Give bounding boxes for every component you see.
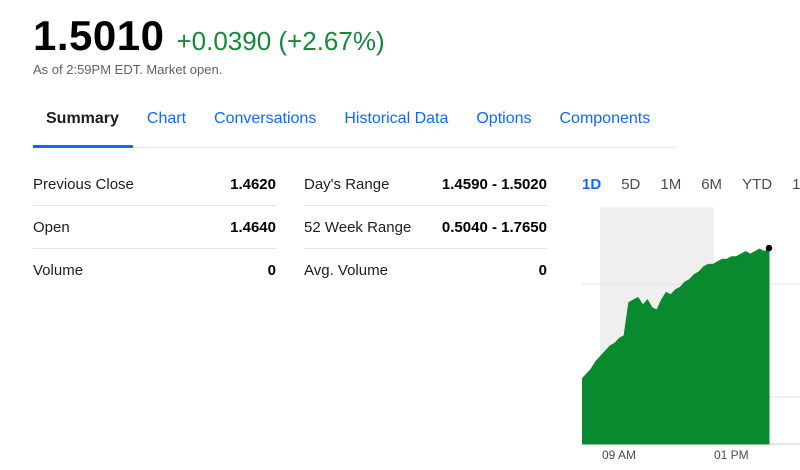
chart-range-selector: 1D 5D 1M 6M YTD 1Y xyxy=(582,176,800,193)
x-tick-label-01pm: 01 PM xyxy=(714,448,749,462)
tab-chart[interactable]: Chart xyxy=(133,100,200,148)
stat-label: Day's Range xyxy=(304,175,390,193)
tab-options[interactable]: Options xyxy=(462,100,545,148)
stat-row-days-range: Day's Range 1.4590 - 1.5020 xyxy=(304,163,547,206)
stat-value: 1.4640 xyxy=(230,218,276,236)
tab-summary[interactable]: Summary xyxy=(33,100,133,148)
tab-conversations[interactable]: Conversations xyxy=(200,100,330,148)
stat-value: 0.5040 - 1.7650 xyxy=(441,218,547,236)
stats-table-left: Previous Close 1.4620 Open 1.4640 Volume… xyxy=(33,163,276,292)
range-6m[interactable]: 6M xyxy=(701,176,722,193)
stat-label: Volume xyxy=(33,262,84,279)
tab-historical-data[interactable]: Historical Data xyxy=(330,100,462,148)
range-1y[interactable]: 1Y xyxy=(792,176,800,193)
stat-value: 0 xyxy=(267,262,276,279)
quote-tabs: Summary Chart Conversations Historical D… xyxy=(33,100,675,148)
quote-price: 1.5010 xyxy=(33,12,165,59)
stat-row-52-week-range: 52 Week Range 0.5040 - 1.7650 xyxy=(304,206,547,249)
range-5d[interactable]: 5D xyxy=(621,176,640,193)
tab-components[interactable]: Components xyxy=(546,100,665,148)
x-tick-label-09am: 09 AM xyxy=(602,448,637,462)
stat-row-volume: Volume 0 xyxy=(33,249,276,292)
range-1d[interactable]: 1D xyxy=(582,176,601,193)
price-chart[interactable]: 09 AM 01 PM xyxy=(582,207,800,470)
stat-label: Avg. Volume xyxy=(304,262,388,279)
stat-row-previous-close: Previous Close 1.4620 xyxy=(33,163,276,206)
stat-value: 0 xyxy=(538,262,547,279)
stat-value: 1.4620 xyxy=(230,175,276,193)
quote-timestamp: As of 2:59PM EDT. Market open. xyxy=(33,62,223,77)
stat-value: 1.4590 - 1.5020 xyxy=(441,175,547,193)
quote-change: +0.0390 (+2.67%) xyxy=(176,26,385,56)
stat-row-open: Open 1.4640 xyxy=(33,206,276,249)
stat-label: Previous Close xyxy=(33,175,134,193)
stat-row-avg-volume: Avg. Volume 0 xyxy=(304,249,547,292)
stat-label: Open xyxy=(33,218,70,236)
range-1m[interactable]: 1M xyxy=(660,176,681,193)
stats-table-right: Day's Range 1.4590 - 1.5020 52 Week Rang… xyxy=(304,163,547,292)
price-chart-svg xyxy=(582,207,800,445)
last-price-marker xyxy=(765,244,773,252)
quote-header: 1.5010 +0.0390 (+2.67%) xyxy=(33,12,385,60)
stat-label: 52 Week Range xyxy=(304,218,412,236)
range-ytd[interactable]: YTD xyxy=(742,176,772,193)
